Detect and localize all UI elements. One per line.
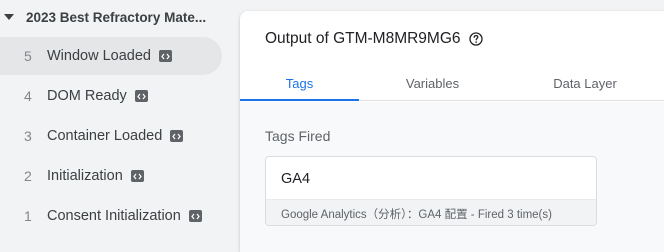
event-item-window-loaded[interactable]: 5 Window Loaded <box>0 37 222 75</box>
event-item-container-loaded[interactable]: 3 Container Loaded <box>0 117 222 155</box>
event-label: DOM Ready <box>47 88 127 104</box>
tag-name: GA4 <box>281 171 311 187</box>
tab-label: Variables <box>405 75 460 91</box>
event-sidebar: 2023 Best Refractory Mate... 5 Window Lo… <box>0 0 240 252</box>
tab-variables[interactable]: Variables <box>359 66 506 100</box>
event-item-consent-initialization[interactable]: 1 Consent Initialization <box>0 197 222 235</box>
code-icon <box>170 130 184 142</box>
panel-tabs: Tags Variables Data Layer <box>240 66 664 101</box>
tab-label: Tags <box>285 75 314 91</box>
code-icon <box>134 90 148 102</box>
event-label: Container Loaded <box>47 128 163 144</box>
section-title-tags-fired: Tags Fired <box>265 128 331 144</box>
tag-footer: Google Analytics（分析）：GA4 配置 - Fired 3 ti… <box>266 199 596 225</box>
active-tab-indicator <box>240 99 359 101</box>
panel-title: Output of GTM-M8MR9MG6 <box>265 30 461 47</box>
container-header[interactable]: 2023 Best Refractory Mate... <box>0 0 240 34</box>
code-icon <box>130 170 144 182</box>
event-number: 2 <box>24 168 32 184</box>
tag-card-ga4[interactable]: GA4 Google Analytics（分析）：GA4 配置 - Fired … <box>265 156 597 226</box>
code-icon <box>159 50 172 62</box>
container-title: 2023 Best Refractory Mate... <box>26 9 207 25</box>
event-number: 5 <box>24 48 32 64</box>
event-item-initialization[interactable]: 2 Initialization <box>0 157 222 195</box>
event-label: Initialization <box>47 168 123 184</box>
event-number: 4 <box>24 88 32 104</box>
event-number: 1 <box>24 208 32 224</box>
event-item-dom-ready[interactable]: 4 DOM Ready <box>0 77 222 115</box>
event-label: Window Loaded <box>47 48 151 64</box>
event-label: Consent Initialization <box>47 208 181 224</box>
tag-detail: Google Analytics（分析）：GA4 配置 - Fired 3 ti… <box>281 208 552 221</box>
panel-header: Output of GTM-M8MR9MG6 <box>265 28 483 50</box>
tab-label: Data Layer <box>553 75 617 91</box>
code-icon <box>188 210 202 222</box>
caret-down-icon[interactable] <box>4 14 14 20</box>
tag-assistant-window: 2023 Best Refractory Mate... 5 Window Lo… <box>0 0 664 252</box>
tab-data-layer[interactable]: Data Layer <box>506 66 664 100</box>
event-number: 3 <box>24 128 32 144</box>
tab-tags[interactable]: Tags <box>240 66 359 100</box>
help-circle-icon[interactable] <box>468 32 483 46</box>
